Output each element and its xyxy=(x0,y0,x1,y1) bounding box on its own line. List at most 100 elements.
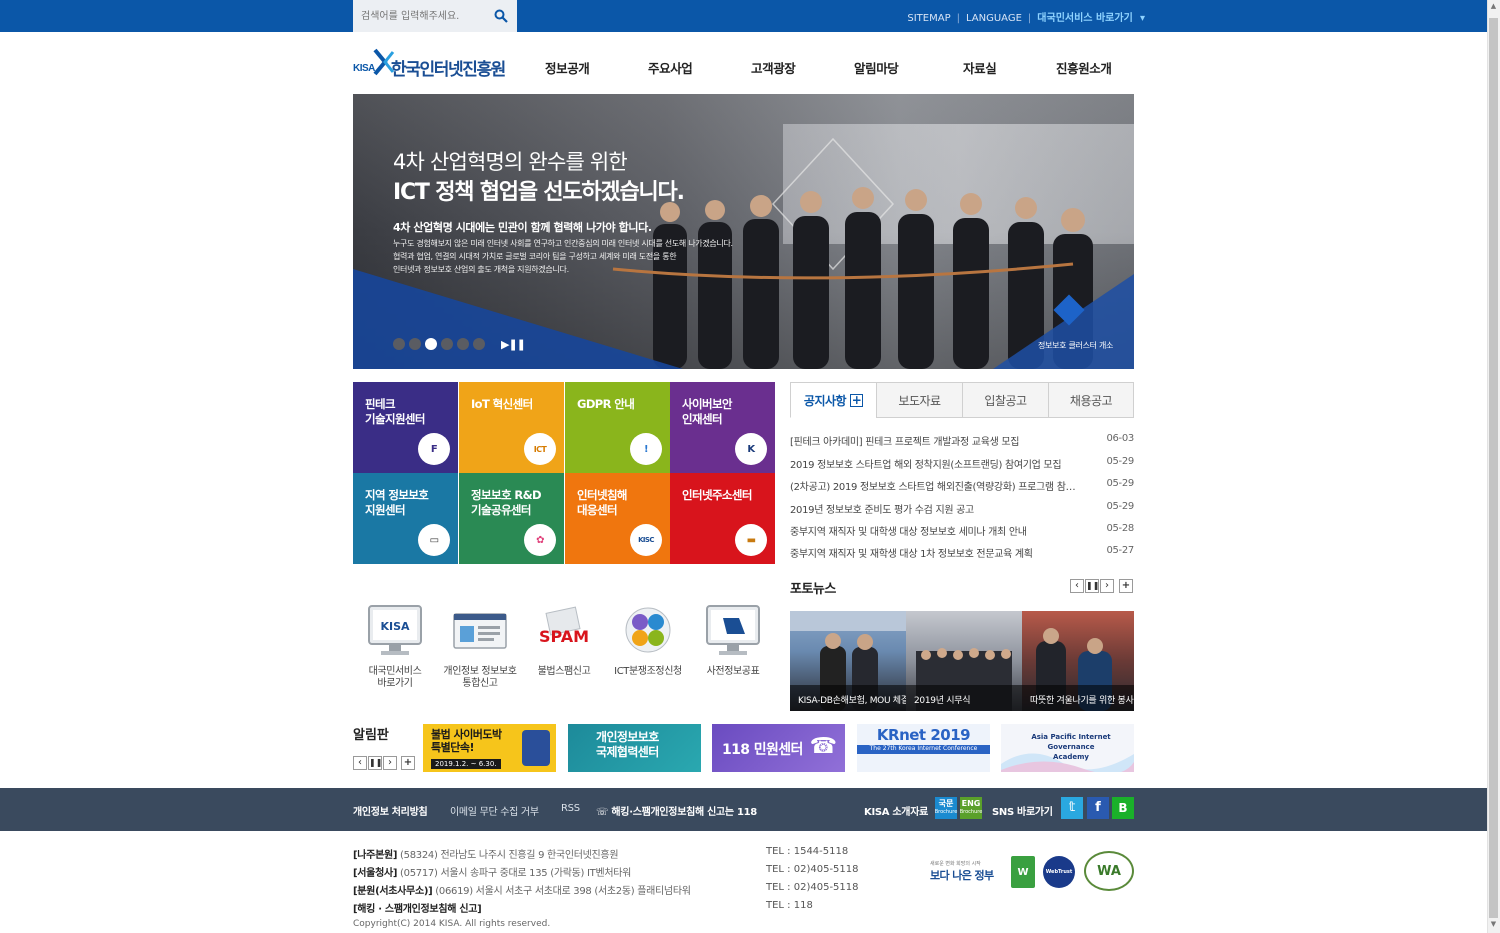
gdpr-icon: ! xyxy=(630,433,662,465)
list-item[interactable]: 중부지역 재직자 및 대학생 대상 정보보호 세미나 개최 안내 05-28 xyxy=(790,523,1134,539)
search-button[interactable] xyxy=(489,5,513,27)
tile-label: 인터넷침해 대응센터 xyxy=(577,488,628,517)
tab-bidding[interactable]: 입찰공고 xyxy=(962,382,1049,418)
ict-dispute-icon xyxy=(618,604,678,658)
top-links: SITEMAP | LANGUAGE | 대국민서비스 바로가기 ▾ xyxy=(905,9,1147,24)
scroll-up-icon[interactable]: ▲ xyxy=(1489,2,1498,14)
notice-tabs: 공지사항 + 보도자료 입찰공고 채용공고 xyxy=(790,382,1134,418)
banner-text: 개인정보보호 국제협력센터 xyxy=(596,730,659,759)
banner-apiga[interactable]: Asia Pacific Internet Governance Academy xyxy=(1001,724,1134,772)
gnb-item-about[interactable]: 진흥원소개 xyxy=(1056,58,1112,77)
search-input[interactable] xyxy=(361,7,486,25)
wa-label: WA xyxy=(1097,863,1121,879)
sitemap-link[interactable]: SITEMAP xyxy=(907,13,950,24)
photo-news-item[interactable]: 따뜻한 겨울나기를 위한 봉사활동 xyxy=(1022,611,1134,711)
notice-date: 05-29 xyxy=(1106,456,1134,467)
photo-news-item[interactable]: 2019년 시무식 xyxy=(906,611,1022,711)
banner-krnet[interactable]: KRnet 2019 The 27th Korea Internet Confe… xyxy=(857,724,990,772)
tile-regional-security[interactable]: 지역 정보보호 지원센터 ▭ xyxy=(353,473,458,564)
slide-dot-5[interactable] xyxy=(457,338,469,350)
slide-dot-6[interactable] xyxy=(473,338,485,350)
banner-118-center[interactable]: 118 민원센터 ☎ xyxy=(712,724,845,772)
scroll-down-icon[interactable]: ▼ xyxy=(1489,920,1498,932)
pause-icon[interactable]: ❚❚ xyxy=(368,756,382,770)
chevron-left-icon[interactable]: ‹ xyxy=(353,756,367,770)
brochure-kor-button[interactable]: 국문 Brochure xyxy=(935,797,957,819)
tile-fintech[interactable]: 핀테크 기술지원센터 F xyxy=(353,382,458,473)
copyright: Copyright(C) 2014 KISA. All rights reser… xyxy=(353,919,551,929)
slide-dot-2[interactable] xyxy=(409,338,421,350)
report-118-link[interactable]: ☏ 해킹·스팸개인정보침해 신고는 118 xyxy=(596,803,757,818)
tab-press[interactable]: 보도자료 xyxy=(876,382,963,418)
gnb-item-info-disclosure[interactable]: 정보공개 xyxy=(545,58,590,77)
address-name: [해킹 · 스팸개인정보침해 신고] xyxy=(353,904,482,915)
quick-link-gov-service[interactable]: KISA 대국민서비스 바로가기 xyxy=(355,604,435,690)
webtrust-seal-icon[interactable]: WebTrust xyxy=(1043,856,1075,888)
hero-slider[interactable]: 4차 산업혁명의 완수를 위한 ICT 정책 협업을 선도하겠습니다. 4차 산… xyxy=(353,94,1134,369)
plus-icon[interactable]: + xyxy=(1119,579,1133,593)
w3c-cert-icon[interactable]: W xyxy=(1011,856,1035,888)
banner-period: 2019.1.2. ~ 6.30. xyxy=(431,759,501,769)
blog-icon[interactable]: B xyxy=(1112,797,1134,819)
hero-lead-text: 4차 산업혁명 시대에는 민관이 함께 협력해 나가야 합니다. xyxy=(393,221,652,234)
gnb-item-notice[interactable]: 알림마당 xyxy=(854,58,899,77)
spam-icon: SPAM xyxy=(534,604,594,658)
banner-illegal-gambling[interactable]: 불법 사이버도박 특별단속! 2019.1.2. ~ 6.30. xyxy=(423,724,556,772)
scrollbar-thumb[interactable] xyxy=(1489,18,1498,918)
list-item[interactable]: (2차공고) 2019 정보보호 스타트업 해외진출(역량강화) 프로그램 참여… xyxy=(790,478,1134,494)
tile-gdpr[interactable]: GDPR 안내 ! xyxy=(565,382,670,473)
slide-dot-4[interactable] xyxy=(441,338,453,350)
list-item[interactable]: [핀테크 아카데미] 핀테크 프로젝트 개발과정 교육생 모집 06-03 xyxy=(790,433,1134,449)
notice-title: 중부지역 재직자 및 재학생 대상 1차 정보보호 전문교육 계획 xyxy=(790,549,1033,560)
quick-link-privacy-report[interactable]: 개인정보 정보보호 통합신고 xyxy=(440,604,520,690)
tel-naju: TEL : 1544-5118 xyxy=(766,846,849,857)
list-item[interactable]: 중부지역 재직자 및 재학생 대상 1차 정보보호 전문교육 계획 05-27 xyxy=(790,545,1134,561)
gnb-item-customer[interactable]: 고객광장 xyxy=(751,58,796,77)
kisa-logo[interactable]: KISA 한국인터넷진흥원 xyxy=(353,46,513,80)
quick-link-spam-report[interactable]: SPAM 불법스팸신고 xyxy=(524,604,604,678)
banner-text: 118 민원센터 xyxy=(722,742,803,758)
tile-rnd-sharing[interactable]: 정보보호 R&D 기술공유센터 ✿ xyxy=(459,473,564,564)
hero-photo-caption: 정보보호 클러스터 개소 xyxy=(1038,341,1114,350)
rss-link[interactable]: RSS xyxy=(561,803,580,814)
pause-icon[interactable]: ❚❚ xyxy=(1085,579,1099,593)
tab-notice[interactable]: 공지사항 + xyxy=(790,382,877,418)
gov-service-link[interactable]: 대국민서비스 바로가기 xyxy=(1037,13,1132,24)
language-link[interactable]: LANGUAGE xyxy=(966,13,1022,24)
plus-icon[interactable]: + xyxy=(850,393,864,407)
gnb-item-archive[interactable]: 자료실 xyxy=(963,58,997,77)
brochure-eng-button[interactable]: ENG Brochure xyxy=(960,797,982,819)
gnb-item-main-business[interactable]: 주요사업 xyxy=(648,58,693,77)
address-report: [해킹 · 스팸개인정보침해 신고] xyxy=(353,900,482,915)
privacy-policy-link[interactable]: 개인정보 처리방침 xyxy=(353,803,428,818)
plus-icon[interactable]: + xyxy=(401,756,415,770)
hero-title: ICT 정책 협업을 선도하겠습니다. xyxy=(393,180,685,205)
slide-dot-3[interactable] xyxy=(425,338,437,350)
tile-cyber-talent[interactable]: 사이버보안 인재센터 K xyxy=(670,382,775,473)
facebook-icon[interactable]: f xyxy=(1087,797,1109,819)
wa-accessibility-icon[interactable]: WA xyxy=(1084,851,1134,891)
tile-incident-response[interactable]: 인터넷침해 대응센터 KISC xyxy=(565,473,670,564)
tile-iot[interactable]: IoT 혁신센터 ICT xyxy=(459,382,564,473)
quick-link-ict-dispute[interactable]: ICT분쟁조정신청 xyxy=(608,604,688,678)
list-item[interactable]: 2019 정보보호 스타트업 해외 정착지원(소프트랜딩) 참여기업 모집 05-… xyxy=(790,456,1134,472)
address-text: (58324) 전라남도 나주시 진흥길 9 한국인터넷진흥원 xyxy=(400,850,619,861)
email-refusal-link[interactable]: 이메일 무단 수집 거부 xyxy=(450,803,539,818)
banner-subtitle: The 27th Korea Internet Conference xyxy=(869,745,978,752)
tile-internet-address[interactable]: 인터넷주소센터 ▬ xyxy=(670,473,775,564)
better-government-logo[interactable]: 새로운 변화 희망의 시작 보다 나은 정부 xyxy=(930,852,1000,890)
play-pause-icon[interactable]: ▶❚❚ xyxy=(501,338,526,351)
notice-date: 05-28 xyxy=(1106,523,1134,534)
chevron-left-icon[interactable]: ‹ xyxy=(1070,579,1084,593)
chevron-right-icon[interactable]: › xyxy=(1100,579,1114,593)
chevron-right-icon[interactable]: › xyxy=(383,756,397,770)
tab-recruit[interactable]: 채용공고 xyxy=(1048,382,1134,418)
banner-privacy-intl[interactable]: 개인정보보호 국제협력센터 xyxy=(568,724,701,772)
quick-link-pre-disclosure[interactable]: 사전정보공표 xyxy=(693,604,773,678)
address-naju: [나주본원] (58324) 전라남도 나주시 진흥길 9 한국인터넷진흥원 xyxy=(353,846,619,861)
list-item[interactable]: 2019년 정보보호 준비도 평가 수검 지원 공고 05-29 xyxy=(790,501,1134,517)
slide-dot-1[interactable] xyxy=(393,338,405,350)
twitter-icon[interactable]: 𝕥 xyxy=(1061,797,1083,819)
caret-down-icon[interactable]: ▾ xyxy=(1140,13,1145,24)
photo-news-item[interactable]: KISA-DB손해보험, MOU 체결 xyxy=(790,611,906,711)
